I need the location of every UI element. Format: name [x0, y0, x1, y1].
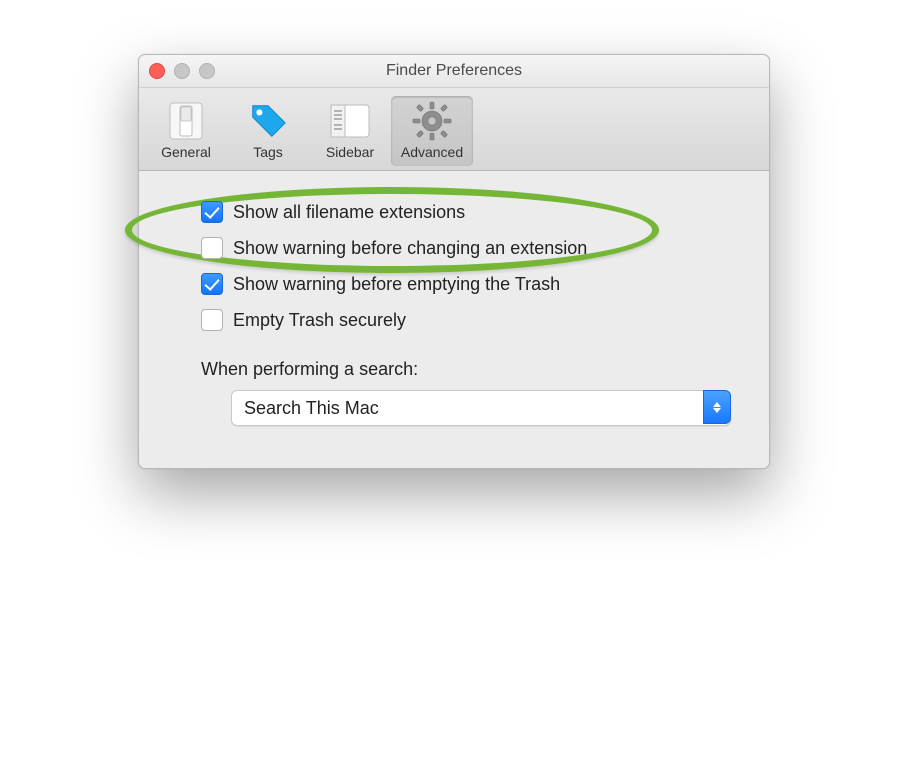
content-pane: Show all filename extensions Show warnin… [139, 171, 769, 468]
tab-label: Tags [227, 144, 309, 160]
tag-icon [247, 100, 289, 142]
tab-sidebar[interactable]: Sidebar [309, 96, 391, 166]
option-warn-empty-trash[interactable]: Show warning before emptying the Trash [201, 273, 741, 295]
gear-icon [411, 100, 453, 142]
tab-general[interactable]: General [145, 96, 227, 166]
checkbox-icon[interactable] [201, 237, 223, 259]
option-empty-trash-securely[interactable]: Empty Trash securely [201, 309, 741, 331]
option-show-extensions[interactable]: Show all filename extensions [201, 201, 741, 223]
window-title: Finder Preferences [139, 55, 769, 87]
search-section-label: When performing a search: [201, 359, 741, 380]
switch-icon [165, 100, 207, 142]
option-label: Empty Trash securely [233, 310, 406, 331]
preferences-window: Finder Preferences General [138, 54, 770, 469]
chevron-updown-icon[interactable] [703, 390, 731, 424]
option-label: Show all filename extensions [233, 202, 465, 223]
tab-label: Advanced [391, 144, 473, 160]
option-label: Show warning before emptying the Trash [233, 274, 560, 295]
tab-tags[interactable]: Tags [227, 96, 309, 166]
sidebar-icon [329, 100, 371, 142]
toolbar: General Tags [139, 88, 769, 171]
option-label: Show warning before changing an extensio… [233, 238, 587, 259]
select-value: Search This Mac [244, 398, 379, 419]
tab-label: General [145, 144, 227, 160]
tab-label: Sidebar [309, 144, 391, 160]
highlight-annotation [125, 187, 659, 273]
checkbox-icon[interactable] [201, 309, 223, 331]
tab-advanced[interactable]: Advanced [391, 96, 473, 166]
checkbox-icon[interactable] [201, 201, 223, 223]
checkbox-icon[interactable] [201, 273, 223, 295]
titlebar[interactable]: Finder Preferences [139, 55, 769, 88]
option-warn-change-extension[interactable]: Show warning before changing an extensio… [201, 237, 741, 259]
search-scope-select[interactable]: Search This Mac [231, 390, 731, 426]
